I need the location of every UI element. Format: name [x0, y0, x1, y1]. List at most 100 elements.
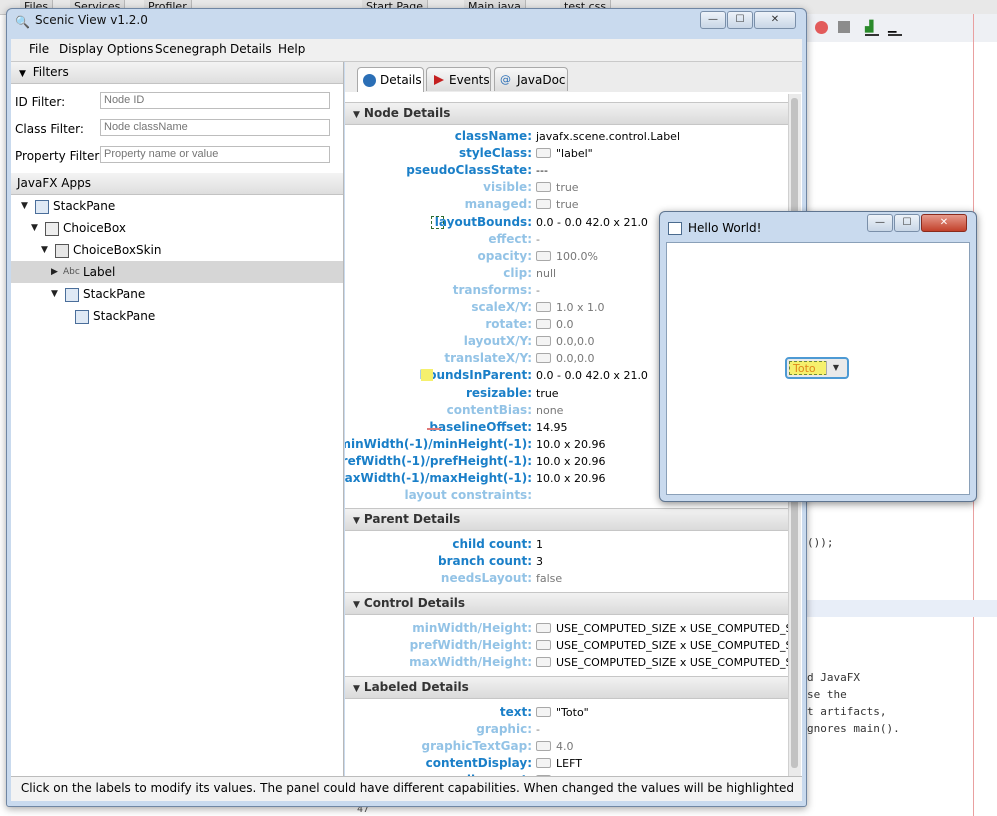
tree-node-selected[interactable]: ▶ Abc Label: [11, 261, 343, 283]
property-name[interactable]: layoutBounds:: [435, 214, 532, 231]
property-name[interactable]: boundsInParent:: [420, 367, 532, 384]
property-name[interactable]: text:: [500, 704, 532, 721]
stop-icon[interactable]: [838, 21, 850, 33]
menu-scenegraph[interactable]: Scenegraph: [155, 42, 227, 56]
property-name[interactable]: resizable:: [466, 385, 532, 402]
property-name[interactable]: contentBias:: [447, 402, 532, 419]
id-filter-input[interactable]: [100, 92, 330, 109]
stop-record-icon[interactable]: [815, 21, 828, 34]
expand-arrow-icon[interactable]: ▼: [41, 239, 48, 261]
property-value[interactable]: true: [536, 196, 579, 213]
property-value[interactable]: 0.0,0.0: [536, 333, 594, 350]
toggle-icon[interactable]: [536, 250, 551, 261]
minimize-button[interactable]: —: [867, 214, 893, 232]
property-name[interactable]: branch count:: [438, 553, 532, 570]
property-value[interactable]: 1.0 x 1.0: [536, 299, 605, 316]
menu-display-options[interactable]: Display Options: [59, 42, 153, 56]
expand-arrow-icon[interactable]: ▼: [31, 217, 38, 239]
tab-details[interactable]: Details: [357, 67, 424, 92]
property-name[interactable]: graphicTextGap:: [421, 738, 532, 755]
toggle-icon[interactable]: [536, 758, 551, 768]
toggle-icon[interactable]: [536, 182, 551, 193]
property-name[interactable]: minWidth(-1)/minHeight(-1):: [345, 436, 532, 453]
tree-node[interactable]: ▼ StackPane: [11, 195, 343, 217]
expand-arrow-icon[interactable]: ▶: [51, 261, 58, 283]
filters-header[interactable]: ▼ Filters: [11, 62, 343, 84]
property-value[interactable]: 0.0,0.0: [536, 350, 594, 367]
tab-javadoc[interactable]: @ JavaDoc: [494, 67, 568, 91]
tree-node[interactable]: ▼ StackPane: [11, 283, 343, 305]
maximize-button[interactable]: ☐: [727, 11, 753, 29]
menu-file[interactable]: File: [29, 42, 49, 56]
property-name[interactable]: layoutX/Y:: [464, 333, 532, 350]
tree-node[interactable]: ▼ ChoiceBoxSkin: [11, 239, 343, 261]
bars-icon[interactable]: ▁: [888, 20, 902, 36]
property-name[interactable]: maxWidth/Height:: [409, 654, 532, 671]
property-value[interactable]: "label": [536, 145, 593, 162]
tree-node[interactable]: ▼ ChoiceBox: [11, 217, 343, 239]
property-name[interactable]: prefWidth(-1)/prefHeight(-1):: [345, 453, 532, 470]
property-name[interactable]: visible:: [483, 179, 532, 196]
toggle-icon[interactable]: [536, 657, 551, 667]
maximize-button[interactable]: ☐: [894, 214, 920, 232]
toggle-icon[interactable]: [536, 741, 551, 751]
property-name[interactable]: translateX/Y:: [444, 350, 532, 367]
property-name[interactable]: managed:: [465, 196, 532, 213]
menu-help[interactable]: Help: [278, 42, 305, 56]
tab-bar: Details Events @ JavaDoc: [345, 62, 802, 92]
property-value[interactable]: 0.0: [536, 316, 574, 333]
property-name[interactable]: clip:: [503, 265, 532, 282]
property-name[interactable]: pseudoClassState:: [406, 162, 532, 179]
toggle-icon[interactable]: [536, 640, 551, 650]
tab-events[interactable]: Events: [426, 67, 491, 91]
choice-box[interactable]: Toto ▼: [785, 357, 849, 379]
toggle-icon[interactable]: [536, 353, 551, 364]
property-name[interactable]: minWidth/Height:: [412, 620, 532, 637]
toggle-icon[interactable]: [536, 336, 551, 347]
property-value[interactable]: USE_COMPUTED_SIZE x USE_COMPUTED_SIZE: [536, 637, 788, 654]
property-name[interactable]: child count:: [452, 536, 532, 553]
property-value[interactable]: 4.0: [536, 738, 574, 755]
property-name[interactable]: needsLayout:: [441, 570, 532, 587]
expand-arrow-icon[interactable]: ▼: [21, 195, 28, 217]
property-name[interactable]: contentDisplay:: [426, 755, 532, 772]
tree-node[interactable]: StackPane: [11, 305, 343, 327]
chevron-down-icon[interactable]: ▼: [826, 361, 845, 375]
property-name[interactable]: opacity:: [477, 248, 532, 265]
property-value[interactable]: true: [536, 179, 579, 196]
minimize-button[interactable]: —: [700, 11, 726, 29]
property-name[interactable]: scaleX/Y:: [471, 299, 532, 316]
parent-details-header[interactable]: ▼ Parent Details: [345, 508, 788, 531]
property-name[interactable]: prefWidth/Height:: [410, 637, 532, 654]
toggle-icon[interactable]: [536, 623, 551, 633]
labeled-details-header[interactable]: ▼ Labeled Details: [345, 676, 788, 699]
toggle-icon[interactable]: [536, 707, 551, 717]
toggle-icon[interactable]: [536, 302, 551, 312]
property-name[interactable]: effect:: [488, 231, 532, 248]
toggle-icon[interactable]: [536, 199, 551, 210]
toggle-icon[interactable]: [536, 148, 551, 159]
node-details-header[interactable]: ▼ Node Details: [345, 102, 788, 125]
close-button[interactable]: ✕: [754, 11, 796, 29]
property-filter-input[interactable]: [100, 146, 330, 163]
property-name[interactable]: transforms:: [453, 282, 532, 299]
control-details-header[interactable]: ▼ Control Details: [345, 592, 788, 615]
close-button[interactable]: ✕: [921, 214, 967, 232]
expand-arrow-icon[interactable]: ▼: [51, 283, 58, 305]
property-value[interactable]: USE_COMPUTED_SIZE x USE_COMPUTED_SIZE: [536, 620, 788, 637]
property-value[interactable]: USE_COMPUTED_SIZE x USE_COMPUTED_SIZE: [536, 654, 788, 671]
property-value[interactable]: 100.0%: [536, 248, 598, 265]
property-name[interactable]: className:: [455, 128, 532, 145]
property-name[interactable]: maxWidth(-1)/maxHeight(-1):: [345, 470, 532, 487]
property-value[interactable]: LEFT: [536, 755, 582, 772]
property-name[interactable]: baselineOffset:: [429, 419, 532, 436]
menu-details[interactable]: Details: [230, 42, 272, 56]
property-name[interactable]: rotate:: [485, 316, 532, 333]
toggle-icon[interactable]: [536, 319, 551, 330]
chart-icon[interactable]: ▟: [865, 20, 879, 36]
property-name[interactable]: graphic:: [476, 721, 532, 738]
property-value[interactable]: "Toto": [536, 704, 589, 721]
property-name[interactable]: styleClass:: [459, 145, 532, 162]
property-name[interactable]: layout constraints:: [405, 487, 533, 504]
class-filter-input[interactable]: [100, 119, 330, 136]
